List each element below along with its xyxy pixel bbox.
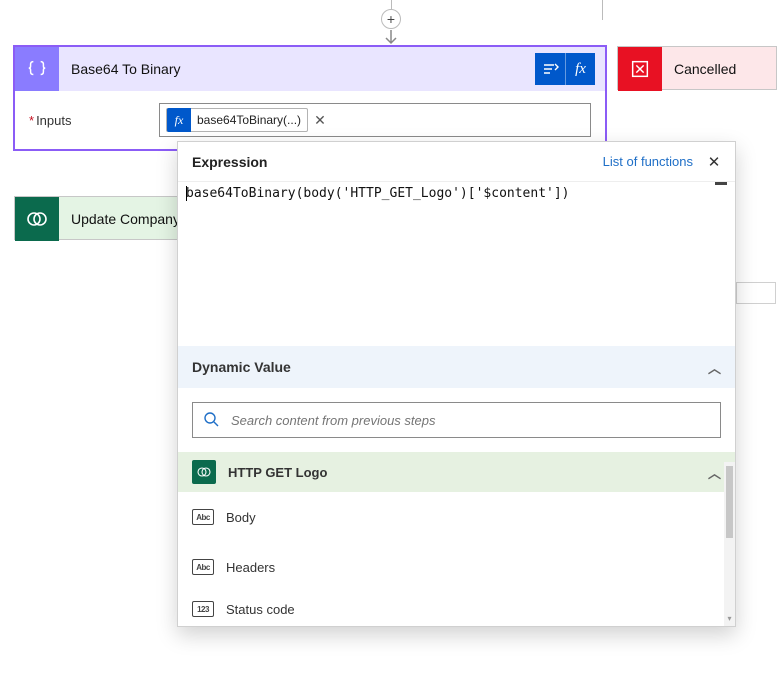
inputs-field-label: *Inputs — [29, 113, 159, 128]
divider — [715, 182, 727, 185]
scrollbar-thumb[interactable] — [726, 466, 733, 538]
dynamic-group-http-get-logo[interactable]: HTTP GET Logo ︿ — [178, 452, 735, 492]
card-title: Base64 To Binary — [59, 61, 535, 77]
dynamic-search-box[interactable] — [192, 402, 721, 438]
card-title: Cancelled — [662, 61, 776, 77]
add-step-button[interactable]: + — [381, 9, 401, 29]
search-icon — [203, 411, 219, 430]
expression-header-label: Expression — [192, 154, 603, 170]
chevron-up-icon: ︿ — [708, 358, 721, 377]
test-run-button[interactable] — [535, 53, 565, 85]
panel-scrollbar[interactable]: ▾ — [724, 462, 735, 626]
fx-badge-icon: fx — [167, 108, 191, 132]
scroll-down-arrow[interactable]: ▾ — [724, 614, 735, 626]
dynamic-search-input[interactable] — [229, 412, 710, 429]
expression-token[interactable]: fx base64ToBinary(...) — [166, 108, 308, 132]
dynamic-value-section-header[interactable]: Dynamic Value ︿ — [178, 346, 735, 388]
chevron-up-icon: ︿ — [708, 463, 721, 482]
card-title: Update Company — [59, 211, 181, 227]
list-of-functions-link[interactable]: List of functions — [603, 154, 693, 169]
action-card-base64-to-binary[interactable]: Base64 To Binary fx *Inputs fx base64ToB… — [14, 46, 606, 150]
code-braces-icon — [15, 47, 59, 91]
close-icon[interactable]: ✕ — [703, 153, 725, 171]
card-action-buttons: fx — [535, 53, 595, 85]
flow-connector-line — [602, 0, 603, 20]
dynamic-item-body[interactable]: Abc Body — [178, 492, 735, 542]
expression-textarea[interactable]: base64ToBinary(body('HTTP_GET_Logo')['$c… — [178, 182, 735, 346]
type-text-icon: Abc — [192, 559, 214, 575]
action-card-cancelled[interactable]: Cancelled — [617, 46, 777, 90]
action-card-update-company[interactable]: Update Company — [14, 196, 182, 240]
dynamic-item-status-code[interactable]: 123 Status code — [178, 592, 735, 626]
cancelled-icon — [618, 47, 662, 91]
type-text-icon: Abc — [192, 509, 214, 525]
background-element — [736, 282, 776, 304]
inputs-field[interactable]: fx base64ToBinary(...) ✕ — [159, 103, 591, 137]
remove-token-button[interactable]: ✕ — [314, 112, 326, 129]
dataverse-icon — [192, 460, 216, 484]
dynamic-item-headers[interactable]: Abc Headers — [178, 542, 735, 592]
type-number-icon: 123 — [192, 601, 214, 617]
dataverse-icon — [15, 197, 59, 241]
fx-button[interactable]: fx — [565, 53, 595, 85]
expression-editor-panel: Expression List of functions ✕ base64ToB… — [177, 141, 736, 627]
